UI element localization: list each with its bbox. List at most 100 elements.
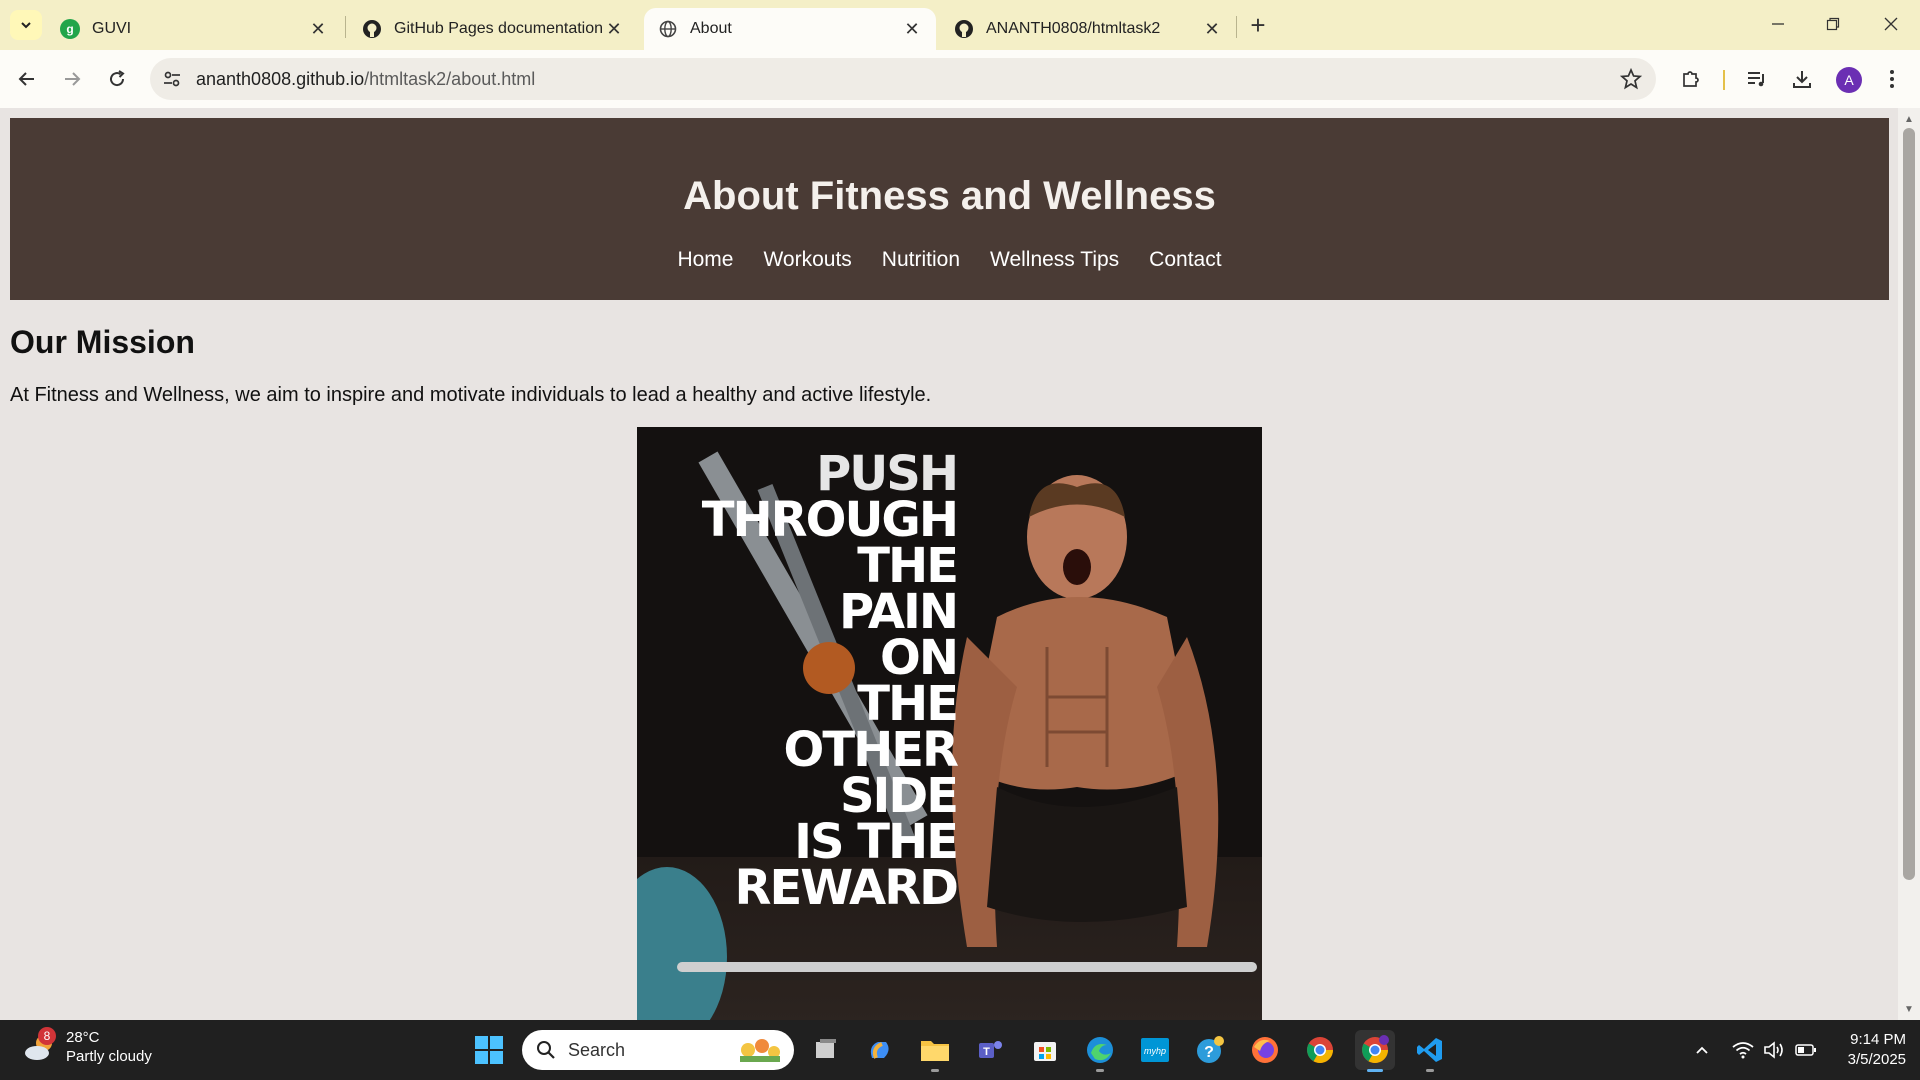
search-icon — [537, 1041, 555, 1059]
clock-date: 3/5/2025 — [1847, 1051, 1906, 1068]
bookmark-star-icon[interactable] — [1620, 68, 1642, 90]
store-icon — [1034, 1042, 1056, 1061]
svg-text:?: ? — [1204, 1044, 1214, 1061]
system-clock[interactable]: 9:14 PM 3/5/2025 — [1826, 1030, 1906, 1070]
volume-status[interactable] — [1760, 1034, 1788, 1066]
firefox-icon — [1252, 1037, 1278, 1063]
windows-icon — [475, 1036, 503, 1064]
nav-link-contact[interactable]: Contact — [1149, 248, 1221, 272]
scroll-up-icon[interactable]: ▲ — [1903, 114, 1915, 126]
minimize-button[interactable] — [1755, 6, 1801, 42]
forward-button[interactable] — [55, 62, 89, 96]
poster-quote: PUSH THROUGH THE PAIN ON THE OTHER SIDE … — [701, 446, 959, 916]
athlete-figure — [952, 475, 1219, 947]
vscode-icon — [1417, 1038, 1442, 1062]
microsoft-store-button[interactable] — [1025, 1030, 1065, 1070]
file-explorer-button[interactable] — [915, 1030, 955, 1072]
wifi-status[interactable] — [1728, 1034, 1758, 1066]
site-header: About Fitness and Wellness Home Workouts… — [10, 118, 1889, 300]
puzzle-icon — [1683, 71, 1699, 87]
weather-description: Partly cloudy — [66, 1048, 152, 1065]
guvi-icon: g — [60, 19, 80, 39]
myhp-button[interactable]: myhp — [1135, 1030, 1175, 1070]
close-icon[interactable]: ✕ — [604, 19, 624, 39]
help-button[interactable]: ? — [1190, 1030, 1230, 1070]
nav-link-home[interactable]: Home — [677, 248, 733, 272]
weather-widget[interactable]: 8 28°C Partly cloudy — [22, 1027, 152, 1066]
chevron-down-icon — [21, 22, 31, 29]
tab-separator — [1236, 16, 1237, 38]
tab-github-pages[interactable]: GitHub Pages documentation - ✕ — [348, 8, 638, 50]
show-hidden-icons-button[interactable] — [1690, 1034, 1714, 1066]
playlist-icon — [1748, 72, 1764, 87]
new-tab-button[interactable]: + — [1244, 10, 1272, 40]
partly-cloudy-icon: 8 — [22, 1027, 58, 1065]
help-icon: ? — [1197, 1036, 1224, 1063]
page-scrollbar[interactable]: ▲ ▼ — [1898, 108, 1920, 1020]
address-bar[interactable]: ananth0808.github.io/htmltask2/about.htm… — [150, 58, 1656, 100]
restore-button[interactable] — [1810, 6, 1856, 42]
chrome-icon — [1362, 1035, 1389, 1063]
teams-icon: T — [979, 1041, 1002, 1058]
profile-avatar[interactable]: A — [1836, 67, 1862, 93]
reload-icon — [110, 70, 125, 87]
nav-link-workouts[interactable]: Workouts — [763, 248, 851, 272]
close-window-button[interactable] — [1868, 6, 1914, 42]
copilot-button[interactable] — [860, 1030, 900, 1070]
browser-menu-button[interactable] — [1875, 62, 1909, 96]
close-icon[interactable]: ✕ — [308, 19, 328, 39]
globe-icon — [658, 19, 678, 39]
chrome-profile-button[interactable] — [1355, 1030, 1395, 1072]
scrollbar-thumb[interactable] — [1903, 128, 1915, 880]
edge-button[interactable] — [1080, 1030, 1120, 1072]
media-controls-button[interactable] — [1740, 62, 1774, 96]
tab-search-button[interactable] — [10, 10, 42, 40]
start-button[interactable] — [469, 1030, 509, 1070]
minimize-icon — [1772, 23, 1784, 25]
tab-title: GitHub Pages documentation - — [394, 20, 604, 37]
tab-github-repo[interactable]: ANANTH0808/htmltask2 ✕ — [940, 8, 1236, 50]
restore-icon — [1826, 17, 1840, 31]
url-text[interactable]: ananth0808.github.io/htmltask2/about.htm… — [196, 69, 535, 90]
temperature: 28°C — [66, 1029, 100, 1046]
nav-link-nutrition[interactable]: Nutrition — [882, 248, 960, 272]
extensions-button[interactable] — [1674, 62, 1708, 96]
toolbar-divider — [1723, 70, 1725, 90]
motivation-poster-image: PUSH THROUGH THE PAIN ON THE OTHER SIDE … — [637, 427, 1262, 1020]
task-view-button[interactable] — [806, 1030, 846, 1070]
chrome-button[interactable] — [1300, 1030, 1340, 1070]
nav-link-wellness-tips[interactable]: Wellness Tips — [990, 248, 1119, 272]
reload-button[interactable] — [100, 62, 134, 96]
site-settings-icon[interactable] — [162, 69, 182, 89]
github-icon — [954, 19, 974, 39]
taskbar: 8 28°C Partly cloudy Search T myhp ? 9:1… — [0, 1020, 1920, 1080]
close-icon — [1884, 17, 1898, 31]
browser-toolbar: ananth0808.github.io/htmltask2/about.htm… — [0, 50, 1920, 108]
tab-title: ANANTH0808/htmltask2 — [986, 20, 1161, 37]
close-icon[interactable]: ✕ — [1202, 19, 1222, 39]
edge-icon — [1087, 1037, 1113, 1063]
chevron-up-icon — [1696, 1046, 1708, 1054]
firefox-button[interactable] — [1245, 1030, 1285, 1070]
teams-button[interactable]: T — [970, 1030, 1010, 1070]
download-icon — [1793, 71, 1811, 88]
taskbar-search[interactable]: Search — [522, 1030, 794, 1070]
vscode-button[interactable] — [1410, 1030, 1450, 1072]
tab-guvi[interactable]: g GUVI ✕ — [46, 8, 342, 50]
back-button[interactable] — [10, 62, 44, 96]
tab-separator — [345, 16, 346, 38]
folder-icon — [921, 1041, 949, 1061]
arrow-left-icon — [18, 72, 34, 86]
scroll-down-icon[interactable]: ▼ — [1903, 1004, 1915, 1016]
task-view-icon — [816, 1039, 836, 1058]
tab-about[interactable]: About ✕ — [644, 8, 936, 50]
url-path: /htmltask2/about.html — [364, 69, 536, 89]
clock-time: 9:14 PM — [1850, 1031, 1906, 1048]
battery-status[interactable] — [1792, 1034, 1820, 1066]
chrome-icon — [1307, 1037, 1333, 1063]
kebab-menu-icon — [1890, 70, 1894, 88]
close-icon[interactable]: ✕ — [902, 19, 922, 39]
search-label: Search — [568, 1039, 626, 1060]
wifi-icon — [1732, 1042, 1754, 1059]
downloads-button[interactable] — [1785, 62, 1819, 96]
